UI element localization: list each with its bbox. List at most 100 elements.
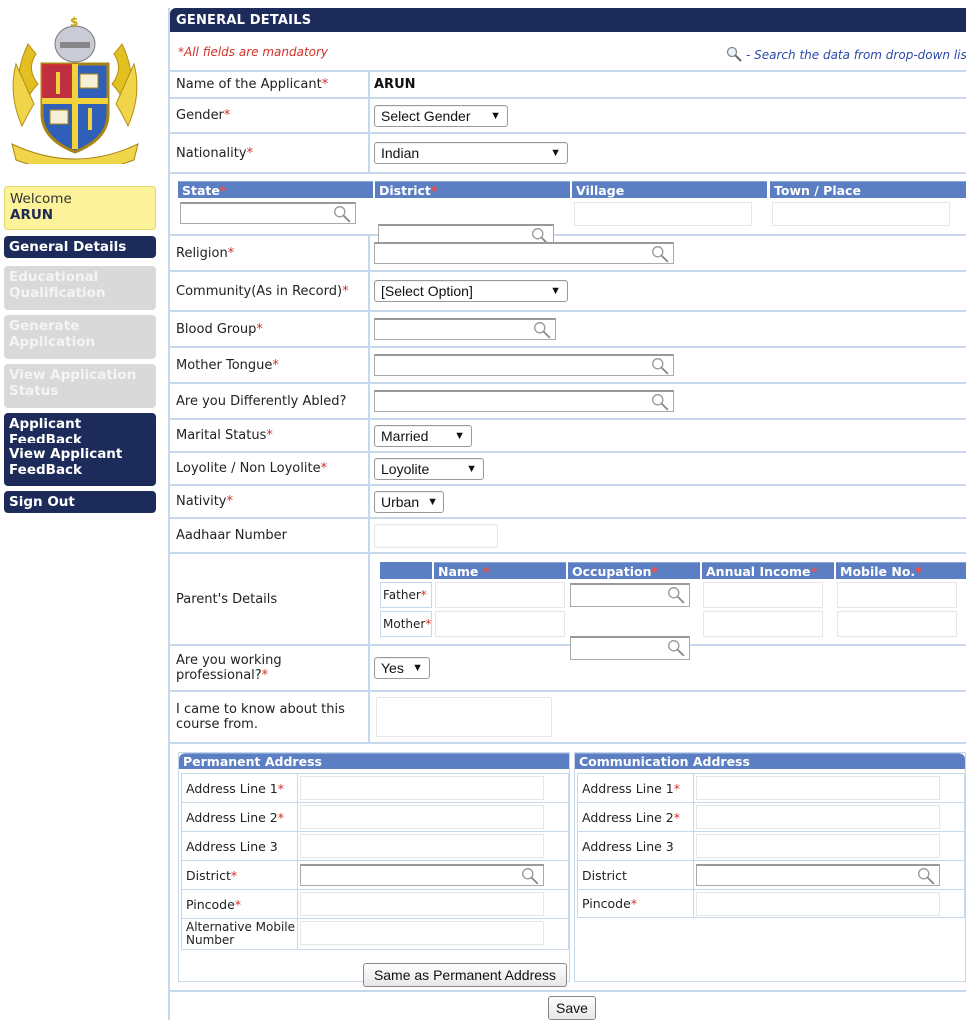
gender-label: Gender * — [170, 99, 370, 132]
differently-abled-lookup[interactable] — [374, 390, 674, 412]
user-name: ARUN — [10, 207, 54, 223]
form-title: GENERAL DETAILS — [170, 8, 966, 32]
mother-tongue-row: Mother Tongue * — [170, 348, 966, 384]
parent-occupation-header: Occupation* — [568, 562, 700, 579]
communication-district-row: District — [577, 860, 965, 889]
permanent-line3-input[interactable] — [300, 834, 544, 858]
blood-group-lookup[interactable] — [374, 318, 556, 340]
parents-row: Parent's Details Name * Occupation* Annu… — [170, 554, 966, 660]
nationality-select[interactable]: Indian ▼ — [374, 142, 568, 164]
dropdown-arrow-icon: ▼ — [550, 285, 561, 297]
community-label: Community(As in Record) * — [170, 272, 370, 310]
nationality-label: Nationality * — [170, 134, 370, 172]
magnifier-icon — [651, 393, 669, 415]
parents-corner-header — [380, 562, 432, 579]
parent-income-header: Annual Income* — [702, 562, 834, 579]
father-income-input[interactable] — [703, 582, 823, 608]
permanent-alt-mobile-input[interactable] — [300, 921, 544, 945]
sidebar-item-view-applicant-feedback[interactable]: View Applicant FeedBack — [4, 443, 156, 486]
father-mobile-input[interactable] — [837, 582, 957, 608]
marital-status-select[interactable]: Married ▼ — [374, 424, 472, 447]
religion-lookup[interactable] — [374, 242, 674, 264]
religion-row: Religion * — [170, 236, 966, 272]
communication-pincode-row: Pincode * — [577, 889, 965, 918]
dropdown-arrow-icon: ▼ — [490, 109, 501, 122]
aadhaar-input[interactable] — [374, 523, 498, 548]
state-header: State* — [178, 181, 373, 198]
sidebar-item-educational-qualification[interactable]: Educational Qualification — [4, 266, 156, 310]
community-select[interactable]: [Select Option] ▼ — [374, 280, 568, 302]
gender-row: Gender * Select Gender ▼ — [170, 99, 966, 134]
college-crest-logo: $ — [8, 14, 142, 172]
communication-line2-input[interactable] — [696, 805, 940, 829]
marital-status-label: Marital Status * — [170, 420, 370, 451]
sidebar-item-generate-application[interactable]: Generate Application — [4, 315, 156, 359]
general-details-form: GENERAL DETAILS *All fields are mandator… — [168, 8, 966, 1020]
loyolite-label: Loyolite / Non Loyolite * — [170, 453, 370, 484]
communication-line3-row: Address Line 3 — [577, 831, 965, 860]
magnifier-icon — [333, 205, 351, 227]
communication-line3-input[interactable] — [696, 834, 940, 858]
save-button[interactable]: Save — [548, 996, 596, 1020]
state-lookup[interactable] — [180, 202, 356, 224]
search-hint-text: - Search the data from drop-down list — [746, 48, 966, 62]
magnifier-icon — [651, 357, 669, 379]
nativity-select[interactable]: Urban ▼ — [374, 490, 444, 513]
father-name-input[interactable] — [435, 582, 565, 608]
permanent-address-title: Permanent Address — [179, 753, 569, 769]
same-as-permanent-button[interactable]: Same as Permanent Address — [363, 963, 567, 987]
gender-select[interactable]: Select Gender ▼ — [374, 104, 508, 127]
magnifier-icon — [533, 321, 551, 343]
dropdown-arrow-icon: ▼ — [427, 495, 439, 508]
permanent-pincode-input[interactable] — [300, 892, 544, 916]
nativity-label: Nativity * — [170, 486, 370, 517]
aadhaar-label: Aadhaar Number — [170, 519, 370, 552]
working-professional-label: Are you working professional?* — [170, 646, 370, 690]
search-hint: - Search the data from drop-down list — [726, 46, 966, 65]
permanent-address-panel: Permanent Address Address Line 1 * Addres… — [178, 752, 570, 987]
loyolite-select[interactable]: Loyolite ▼ — [374, 457, 484, 480]
course-source-input[interactable] — [376, 697, 552, 737]
permanent-pincode-row: Pincode * — [181, 889, 569, 918]
religion-label: Religion * — [170, 236, 370, 270]
communication-line1-input[interactable] — [696, 776, 940, 800]
mother-label: Mother * — [380, 611, 432, 637]
course-source-row: I came to know about this course from. — [170, 692, 966, 744]
applicant-name-row: Name of the Applicant * ARUN — [170, 72, 966, 99]
magnifier-icon — [651, 245, 669, 267]
loyolite-row: Loyolite / Non Loyolite * Loyolite ▼ — [170, 453, 966, 486]
permanent-line1-input[interactable] — [300, 776, 544, 800]
dropdown-arrow-icon: ▼ — [466, 462, 477, 475]
sidebar: $ Welcome ARUN General Details Education… — [0, 0, 160, 1020]
village-input[interactable] — [574, 202, 752, 226]
applicant-name-label: Name of the Applicant * — [170, 72, 370, 97]
parents-label: Parent's Details — [170, 554, 370, 644]
sidebar-item-general-details[interactable]: General Details — [4, 236, 156, 258]
magnifier-icon — [667, 586, 685, 608]
working-professional-select[interactable]: Yes ▼ — [374, 657, 430, 679]
differently-abled-row: Are you Differently Abled? — [170, 384, 966, 420]
parent-mobile-header: Mobile No.* — [836, 562, 966, 579]
sidebar-item-view-application-status[interactable]: View Application Status — [4, 364, 156, 408]
permanent-line2-input[interactable] — [300, 805, 544, 829]
welcome-box: Welcome ARUN — [4, 186, 156, 230]
working-professional-row: Are you working professional?* Yes ▼ — [170, 646, 966, 692]
father-occupation-lookup[interactable] — [570, 583, 690, 607]
father-label: Father * — [380, 582, 432, 608]
permanent-district-lookup[interactable] — [300, 864, 544, 886]
permanent-line1-row: Address Line 1 * — [181, 773, 569, 802]
communication-address-title: Communication Address — [575, 753, 965, 769]
nativity-row: Nativity * Urban ▼ — [170, 486, 966, 519]
mother-mobile-input[interactable] — [837, 611, 957, 637]
village-header: Village — [572, 181, 767, 198]
town-input[interactable] — [772, 202, 950, 226]
communication-pincode-input[interactable] — [696, 892, 940, 916]
communication-district-lookup[interactable] — [696, 864, 940, 886]
svg-text:$: $ — [70, 15, 78, 29]
mother-income-input[interactable] — [703, 611, 823, 637]
mother-name-input[interactable] — [435, 611, 565, 637]
blood-group-row: Blood Group * — [170, 312, 966, 348]
mother-tongue-lookup[interactable] — [374, 354, 674, 376]
dropdown-arrow-icon: ▼ — [550, 147, 561, 159]
sidebar-item-sign-out[interactable]: Sign Out — [4, 491, 156, 513]
